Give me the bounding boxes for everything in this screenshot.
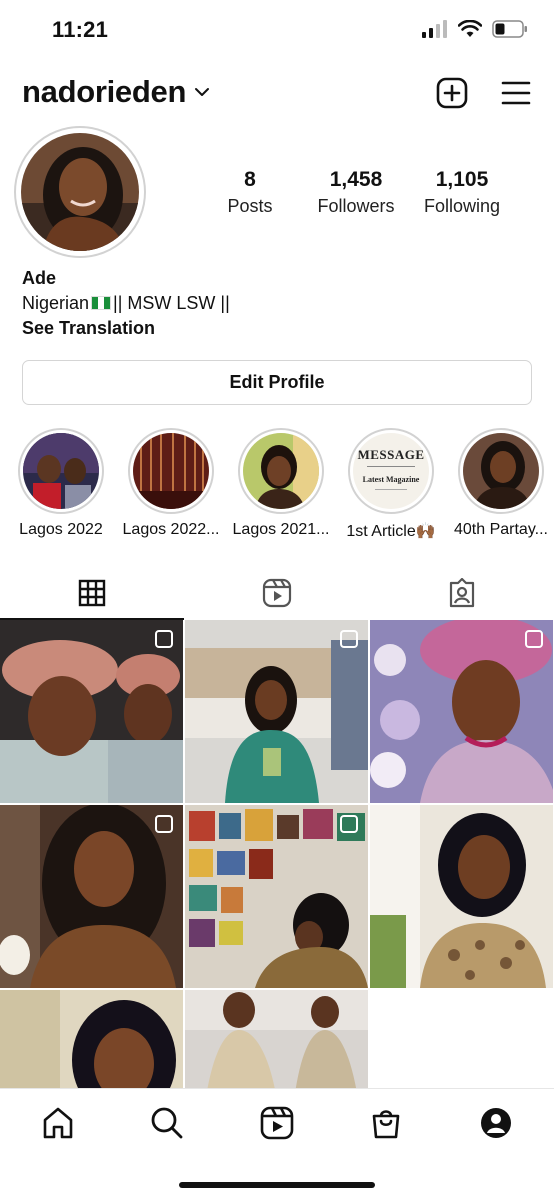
shopping-bag-icon — [372, 1110, 400, 1139]
nav-search[interactable] — [147, 1103, 187, 1143]
following-stat[interactable]: 1,105 Following — [418, 168, 506, 217]
highlight-label: 40th Partay... — [454, 521, 548, 538]
home-indicator — [179, 1182, 375, 1188]
post-thumbnail[interactable] — [370, 620, 553, 803]
wifi-icon — [458, 20, 482, 37]
posts-grid — [0, 620, 554, 1090]
magazine-divider — [367, 466, 415, 467]
status-time: 11:21 — [52, 17, 109, 42]
highlight-cover — [133, 433, 209, 509]
nigeria-flag-icon — [91, 296, 112, 310]
followers-label: Followers — [317, 196, 395, 216]
bio-suffix: || MSW LSW || — [113, 293, 230, 313]
post-thumbnail[interactable] — [185, 990, 368, 1090]
highlight-item[interactable]: Lagos 2022... — [116, 428, 226, 539]
highlight-item[interactable]: MESSAGE Latest Magazine 1st Article🙌🏾 — [336, 428, 446, 541]
chevron-down-icon — [195, 88, 210, 96]
reels-icon — [260, 1106, 294, 1140]
post-thumbnail[interactable] — [0, 805, 183, 988]
magazine-line — [375, 489, 407, 490]
following-label: Following — [423, 196, 501, 216]
highlight-label: Lagos 2022... — [122, 521, 220, 538]
multiple-photos-icon — [340, 630, 358, 648]
profile-header: nadorieden — [0, 70, 554, 120]
tab-grid[interactable] — [0, 566, 184, 620]
plus-square-icon — [436, 77, 468, 109]
tab-reels[interactable] — [185, 566, 369, 620]
home-icon — [43, 1107, 73, 1139]
multiple-photos-icon — [155, 630, 173, 648]
highlight-cover — [243, 433, 319, 509]
post-thumbnail[interactable] — [370, 805, 553, 988]
multiple-photos-icon — [525, 630, 543, 648]
status-icons — [422, 20, 528, 38]
following-count: 1,105 — [435, 168, 489, 191]
multiple-photos-icon — [155, 815, 173, 833]
profile-tabs — [0, 566, 554, 620]
posts-count: 8 — [244, 168, 256, 191]
nav-shop[interactable] — [366, 1103, 406, 1143]
posts-label: Posts — [227, 196, 273, 216]
highlight-label: Lagos 2021... — [232, 521, 330, 538]
nav-profile[interactable] — [476, 1103, 516, 1143]
profile-bio: Ade Nigerian || MSW LSW || See Translatio… — [22, 266, 522, 341]
profile-stats: 8 Posts 1,458 Followers 1,105 Following — [200, 168, 540, 228]
hamburger-menu-icon — [501, 81, 531, 105]
nav-home[interactable] — [38, 1103, 78, 1143]
highlight-cover: MESSAGE Latest Magazine — [353, 433, 429, 509]
highlight-label: Lagos 2022 — [19, 521, 103, 538]
story-highlights: Lagos 2022 Lagos 2022... Lagos 2021... M… — [0, 428, 554, 544]
highlight-item[interactable]: Lagos 2021... — [226, 428, 336, 539]
followers-count: 1,458 — [329, 168, 383, 191]
display-name: Ade — [22, 268, 57, 288]
battery-icon — [492, 20, 527, 38]
magazine-subtitle: Latest Magazine — [362, 475, 420, 484]
profile-avatar[interactable] — [14, 126, 146, 258]
followers-stat[interactable]: 1,458 Followers — [310, 168, 402, 217]
tab-tagged[interactable] — [370, 566, 554, 620]
menu-button[interactable] — [499, 76, 533, 110]
bottom-navigation — [0, 1088, 554, 1200]
search-icon — [151, 1107, 183, 1139]
magazine-title: MESSAGE — [357, 447, 425, 462]
highlight-item[interactable]: Lagos 2022 — [6, 428, 116, 539]
post-thumbnail[interactable] — [185, 620, 368, 803]
status-bar: 11:21 — [0, 0, 554, 60]
nav-reels[interactable] — [257, 1103, 297, 1143]
highlight-label: 1st Article🙌🏾 — [346, 523, 436, 540]
posts-stat[interactable]: 8 Posts — [220, 168, 280, 217]
create-post-button[interactable] — [435, 76, 469, 110]
username: nadorieden — [22, 74, 187, 109]
bio-prefix: Nigerian — [22, 293, 90, 313]
post-thumbnail[interactable] — [185, 805, 368, 988]
multiple-photos-icon — [340, 815, 358, 833]
highlight-cover — [463, 433, 539, 509]
account-switcher[interactable]: nadorieden — [22, 74, 210, 110]
edit-profile-button[interactable]: Edit Profile — [22, 360, 532, 405]
tagged-user-icon — [449, 578, 475, 608]
reels-icon — [262, 578, 292, 608]
grid-icon — [78, 579, 106, 607]
post-thumbnail[interactable] — [0, 620, 183, 803]
avatar-photo — [21, 133, 139, 251]
see-translation-link[interactable]: See Translation — [22, 316, 522, 341]
post-thumbnail[interactable] — [0, 990, 183, 1090]
cellular-signal-icon — [422, 20, 447, 38]
highlight-item[interactable]: 40th Partay... — [446, 428, 554, 539]
bio-text: Nigerian || MSW LSW || — [22, 291, 522, 316]
profile-avatar-icon — [481, 1108, 511, 1138]
highlight-cover — [23, 433, 99, 509]
